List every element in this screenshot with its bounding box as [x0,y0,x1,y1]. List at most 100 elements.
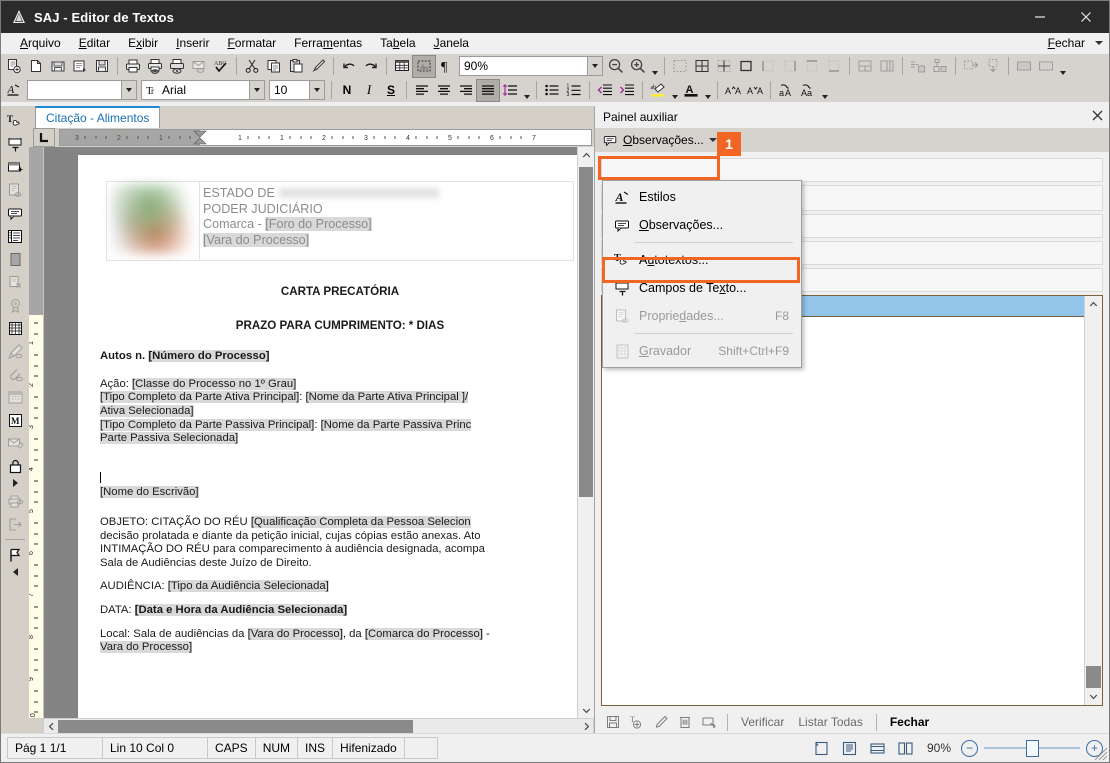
chevron-down-icon[interactable] [249,81,264,99]
parte-ativa-nome-field[interactable]: [Nome da Parte Ativa Principal ]/ [305,391,469,404]
change-case-chevron-icon[interactable] [819,78,830,103]
open-document-button[interactable] [47,56,69,77]
printer-field-icon[interactable] [3,490,27,512]
font-color-button[interactable]: A [680,80,702,101]
scroll-up-icon[interactable] [578,147,594,163]
objeto-field[interactable]: [Qualificação Completa da Pessoa Selecio… [250,515,471,528]
print-setup-button[interactable] [166,56,188,77]
panel-field-row-1[interactable] [601,158,1103,182]
paste-button[interactable] [285,56,307,77]
insert-row-button[interactable] [960,56,982,77]
scroll-up-icon[interactable] [1085,296,1102,313]
zoom-in-button[interactable] [627,56,649,77]
select-field-icon[interactable] [697,711,721,733]
chevron-down-icon[interactable] [309,81,324,99]
blank-document-button[interactable] [25,56,47,77]
menu-formatar[interactable]: Formatar [218,34,285,52]
font-color-chevron-icon[interactable] [702,78,713,103]
panel-fechar-link[interactable]: Fechar [883,715,936,729]
numbered-list-button[interactable]: 123 [563,80,585,101]
model-icon[interactable]: M [3,409,27,431]
horizontal-scroll-track[interactable] [58,719,579,733]
panel-observacoes-menu-button[interactable]: Observações... [597,129,723,151]
status-ins-cell[interactable]: INS [297,737,334,759]
expand-right-triangle-icon[interactable] [12,479,18,487]
zoom-combo[interactable]: 90% [459,56,603,76]
menu-item-autotextos[interactable]: T Autotextos... [603,246,801,274]
border-all-button[interactable] [691,56,713,77]
local-vara-field-2[interactable]: Vara do Processo] [100,641,193,654]
acao-field[interactable]: [Classe do Processo no 1º Grau] [132,377,297,390]
menu-item-observacoes[interactable]: Observações... [603,211,801,239]
new-document-button[interactable] [3,56,25,77]
chevron-down-icon[interactable] [1095,41,1103,45]
autotext-icon[interactable]: T [3,110,27,132]
add-text-field-icon[interactable]: T [625,711,649,733]
status-num-cell[interactable]: NUM [254,737,299,759]
change-case-upper-button[interactable]: aA [775,80,797,101]
panel-list-scrollbar[interactable] [1084,296,1102,705]
align-center-button[interactable] [433,80,455,101]
document-properties-icon[interactable] [3,179,27,201]
comment-icon[interactable] [3,202,27,224]
line-spacing-chevron-icon[interactable] [521,78,532,103]
border-bottom-button[interactable] [823,56,845,77]
zoom-out-button[interactable] [605,56,627,77]
panel-close-icon[interactable] [1092,109,1103,124]
horizontal-ruler[interactable]: 3 2 1 1 1 2 3 4 5 6 7 [59,129,592,146]
insert-field-icon[interactable] [3,156,27,178]
underline-button[interactable]: S [380,80,402,101]
chevron-down-icon[interactable] [121,81,136,99]
menu-editar[interactable]: Editar [70,34,119,52]
scroll-down-icon[interactable] [578,702,594,718]
view-web-icon[interactable] [867,738,889,758]
split-cells-button[interactable] [876,56,898,77]
show-frames-button[interactable] [412,54,436,78]
copy-button[interactable] [263,56,285,77]
redo-button[interactable] [360,56,382,77]
document-page[interactable]: ESTADO DE PODER JUDICIÁRIO Comarca - [Fo… [78,155,577,718]
view-reading-icon[interactable] [839,738,861,758]
menu-inserir[interactable]: Inserir [167,34,218,52]
increase-indent-button[interactable] [616,80,638,101]
document-vertical-scrollbar[interactable] [577,147,594,718]
align-right-button[interactable] [455,80,477,101]
audiencia-field[interactable]: [Tipo da Audiência Selecionada] [167,580,329,593]
open-variant-button[interactable] [69,56,91,77]
header-vara-field[interactable]: [Vara do Processo] [203,232,310,247]
page-icon[interactable] [3,248,27,270]
view-two-page-icon[interactable] [895,738,917,758]
escrivao-field[interactable]: [Nome do Escrivão] [100,486,199,499]
cut-button[interactable] [241,56,263,77]
highlight-color-button[interactable]: ab [647,80,669,101]
send-mail-button[interactable] [188,56,210,77]
flag-icon[interactable] [3,544,27,566]
merge-cells-button[interactable] [854,56,876,77]
border-none-button[interactable] [669,56,691,77]
calendar-icon[interactable] [3,386,27,408]
border-top-button[interactable] [801,56,823,77]
shading-button[interactable] [1013,56,1035,77]
delete-trash-icon[interactable] [673,711,697,733]
parte-ativa-sel-field[interactable]: Ativa Selecionada] [100,404,194,417]
border-left-button[interactable] [757,56,779,77]
style-format-icon[interactable]: A [3,80,25,101]
data-field[interactable]: [Data e Hora da Audiência Selecionada] [134,603,348,616]
decrease-indent-button[interactable] [594,80,616,101]
building-icon[interactable] [3,317,27,339]
status-hyphen-cell[interactable]: Hifenizado [332,737,405,759]
bold-button[interactable]: N [336,80,358,101]
insert-column-button[interactable] [982,56,1004,77]
border-box-button[interactable] [735,56,757,77]
parte-passiva-tipo-field[interactable]: [Tipo Completo da Parte Passiva Principa… [100,418,315,431]
font-size-combo[interactable]: 10 [269,80,325,100]
menu-janela[interactable]: Janela [425,34,478,52]
zoom-options-chevron-icon[interactable] [649,54,660,79]
menu-ferramentas[interactable]: Ferramentas [285,34,371,52]
parte-passiva-sel-field[interactable]: Parte Passiva Selecionada] [100,432,239,445]
shading-alt-button[interactable] [1035,56,1057,77]
zoom-slider-handle[interactable] [1026,739,1040,757]
local-comarca-field[interactable]: [Comarca do Processo] [364,627,483,640]
menu-item-estilos[interactable]: A Estilos [603,183,801,211]
print-button[interactable] [122,56,144,77]
